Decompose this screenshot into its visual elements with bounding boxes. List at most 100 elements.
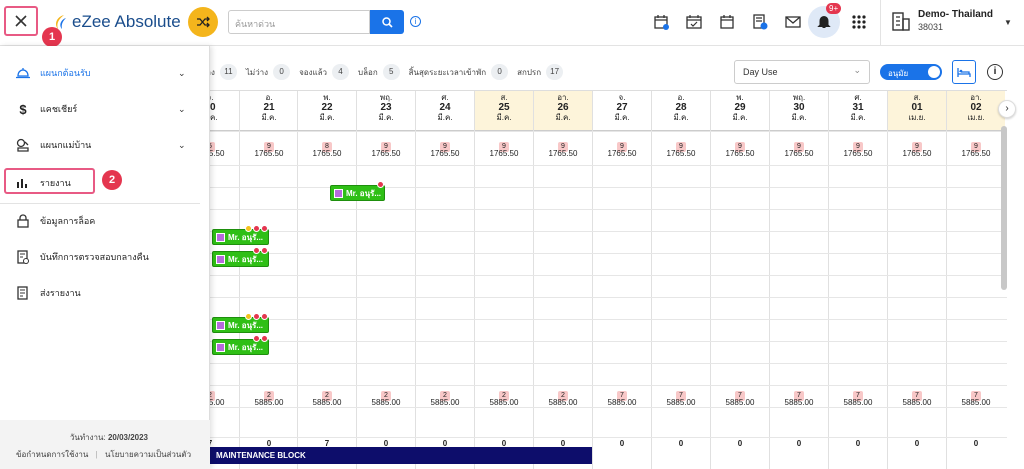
approve-toggle[interactable]: อนุมัย <box>880 64 942 80</box>
total-count: 0 <box>796 439 802 448</box>
date-header[interactable]: จ. 27 มี.ค. <box>593 91 651 131</box>
guest-name: Mr. อนุรั... <box>228 342 264 352</box>
chevron-down-icon[interactable]: ⌄ <box>178 140 186 151</box>
sidebar-item-housekeeping[interactable]: แผนกแม่บ้าน <box>16 138 91 152</box>
date-header[interactable]: พฤ. 30 มี.ค. <box>770 91 828 131</box>
next-dates-button[interactable]: › <box>998 100 1016 118</box>
filter-label[interactable]: สิ้นสุดระยะเวลาเข้าพัก <box>409 66 486 79</box>
filter-count: 0 <box>491 64 509 80</box>
terms-link[interactable]: ข้อกำหนดการใช้งาน <box>16 450 88 459</box>
date-column: อา. 26 มี.ค. 9 1765.50 2 5885.00 0 <box>533 91 592 469</box>
booking-bar[interactable]: Mr. อนุรั... <box>330 181 385 201</box>
booking-bar[interactable]: Mr. อนุรั... <box>212 247 269 267</box>
app-logo[interactable]: eZee Absolute <box>52 12 181 32</box>
chevron-down-icon[interactable]: ⌄ <box>178 68 186 79</box>
sidebar-item-frontdesk[interactable]: แผนกต้อนรับ <box>16 66 91 80</box>
room-rate: 1765.50 <box>371 149 401 158</box>
search-info-icon[interactable]: i <box>410 16 421 27</box>
scrollbar[interactable] <box>1001 126 1007 290</box>
search-icon <box>381 16 393 28</box>
date-header[interactable]: ส. 01 เม.ย. <box>888 91 946 131</box>
close-menu-button[interactable] <box>4 6 38 36</box>
sidebar-item-send-report[interactable]: ส่งรายงาน <box>16 286 81 300</box>
filter-label[interactable]: สกปรก <box>517 66 541 79</box>
calendar-check-icon[interactable] <box>686 14 702 30</box>
sidebar-item-night-audit[interactable]: บันทึกการตรวจสอบกลางคืน <box>16 250 149 264</box>
toggle-label: อนุมัย <box>888 69 909 78</box>
room-rate: 1765.50 <box>961 149 991 158</box>
room-rate: 1765.50 <box>902 149 932 158</box>
ezee-logo-icon <box>56 15 66 29</box>
date-header[interactable]: พ. 22 มี.ค. <box>298 91 356 131</box>
status-dot-icon <box>261 247 268 254</box>
bed-icon <box>957 68 971 77</box>
report-dollar-icon[interactable] <box>752 14 768 30</box>
total-count: 0 <box>855 439 861 448</box>
guest-name: Mr. อนุรั... <box>228 254 264 264</box>
date-header[interactable]: ศ. 31 มี.ค. <box>829 91 887 131</box>
night-audit-icon <box>17 250 29 264</box>
availability-calendar: อา. 02 เม.ย. 9 1765.50 7 5885.00 0 ส. 01 เม.ย. 9 176… <box>210 90 1007 469</box>
status-dot-icon <box>261 225 268 232</box>
grid-line <box>210 341 1007 342</box>
guest-name: Mr. อนุรั... <box>228 232 264 242</box>
room-rate: 1765.50 <box>254 149 284 158</box>
working-date-label: วันทำงาน: <box>69 433 106 442</box>
notification-badge: 9+ <box>826 3 842 14</box>
date-header[interactable]: อา. 26 มี.ค. <box>534 91 592 131</box>
room-rate: 5885.00 <box>489 398 519 407</box>
sidebar-item-cashier[interactable]: $ แคชเชียร์ <box>16 101 77 117</box>
room-view-button[interactable] <box>952 60 976 84</box>
booking-bar[interactable]: Mr. อนุรั... <box>212 335 269 355</box>
date-column: พ. 29 มี.ค. 9 1765.50 7 5885.00 0 <box>710 91 769 469</box>
account-dropdown-icon[interactable]: ▼ <box>1004 18 1012 27</box>
top-bar: 1 eZee Absolute ค้นหาด่วน i 9+ Demo- Tha… <box>0 0 1024 47</box>
status-dot-icon <box>261 335 268 342</box>
room-rate: 5885.00 <box>725 398 755 407</box>
date-header[interactable]: อา. 02 เม.ย. <box>947 91 1005 131</box>
guest-name: Mr. อนุรั... <box>228 320 264 330</box>
date-header[interactable]: อ. 28 มี.ค. <box>652 91 710 131</box>
dollar-icon: $ <box>19 101 27 117</box>
date-header[interactable]: อ. 21 มี.ค. <box>240 91 298 131</box>
month: มี.ค. <box>732 113 748 122</box>
sidebar-item-lock-data[interactable]: ข้อมูลการล็อค <box>16 214 95 228</box>
view-select[interactable]: Day Use ⌄ <box>734 60 870 84</box>
chevron-down-icon[interactable]: ⌄ <box>178 104 186 115</box>
month: มี.ค. <box>319 113 335 122</box>
status-dot-icon <box>253 335 260 342</box>
room-rate: 5885.00 <box>312 398 342 407</box>
account-id: 38031 <box>918 22 944 32</box>
search-button[interactable] <box>370 10 404 34</box>
filter-label[interactable]: จองแล้ว <box>299 66 327 79</box>
date-header[interactable]: จ.20มี.ค. <box>210 91 239 131</box>
sidebar-item-reports[interactable]: รายงาน <box>16 176 71 190</box>
date-header[interactable]: ศ. 24 มี.ค. <box>416 91 474 131</box>
apps-grid-icon[interactable] <box>852 15 866 29</box>
date-header[interactable]: ส. 25 มี.ค. <box>475 91 533 131</box>
search-input[interactable]: ค้นหาด่วน <box>228 10 370 34</box>
booking-bar[interactable]: Mr. อนุรั... <box>212 225 269 245</box>
date-header[interactable]: พ. 29 มี.ค. <box>711 91 769 131</box>
account-switcher[interactable]: Demo- Thailand 38031 <box>892 9 993 32</box>
day-number: 23 <box>380 102 392 113</box>
app-name: eZee Absolute <box>72 12 181 31</box>
info-icon[interactable]: i <box>987 64 1003 80</box>
filter-label[interactable]: บล็อก <box>358 66 378 79</box>
filter-label[interactable]: ไม่ว่าง <box>246 66 268 79</box>
privacy-link[interactable]: นโยบายความเป็นส่วนตัว <box>105 450 191 459</box>
month: มี.ค. <box>850 113 866 122</box>
shuffle-button[interactable] <box>188 7 218 37</box>
booking-bar[interactable]: Mr. อนุรั... <box>212 313 269 333</box>
maintenance-block[interactable]: MAINTENANCE BLOCK <box>210 447 592 464</box>
date-column: พฤ. 30 มี.ค. 9 1765.50 7 5885.00 0 <box>769 91 828 469</box>
month: มี.ค. <box>555 113 571 122</box>
calendar-add-icon[interactable] <box>654 14 670 30</box>
calendar-icon[interactable] <box>720 14 736 30</box>
room-rate: 5885.00 <box>902 398 932 407</box>
mail-icon[interactable] <box>785 14 801 30</box>
day-number: 21 <box>263 102 275 113</box>
date-column: อ. 28 มี.ค. 9 1765.50 7 5885.00 0 <box>651 91 710 469</box>
date-column: พฤ. 23 มี.ค. 9 1765.50 2 5885.00 0 <box>356 91 415 469</box>
date-header[interactable]: พฤ. 23 มี.ค. <box>357 91 415 131</box>
